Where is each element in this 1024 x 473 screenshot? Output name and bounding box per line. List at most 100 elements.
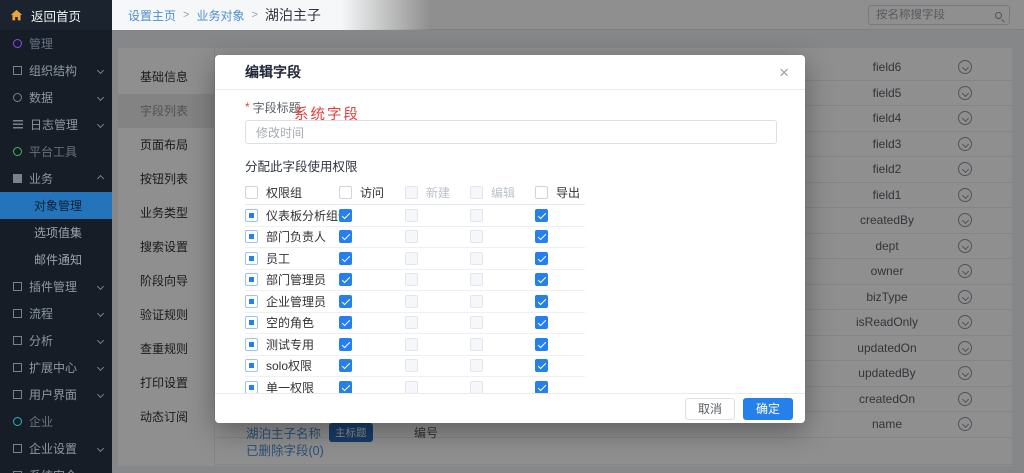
edit-field-dialog: 编辑字段 × * 字段标题 系统字段 分配此字段使用权限 权限组访问新建编辑导出… xyxy=(215,55,805,423)
checkbox-checked[interactable] xyxy=(339,295,352,308)
permission-cell xyxy=(405,273,470,286)
checkbox-checked[interactable] xyxy=(339,316,352,329)
permission-cell xyxy=(535,252,585,265)
sidebar-item[interactable]: 企业 xyxy=(0,408,112,435)
sidebar-item[interactable]: 扩展中心 xyxy=(0,354,112,381)
checkbox-indeterminate[interactable] xyxy=(245,252,258,265)
permission-cell xyxy=(535,230,585,243)
circle-purple-icon xyxy=(13,39,22,48)
sidebar-item[interactable]: 用户界面 xyxy=(0,381,112,408)
checkbox-indeterminate[interactable] xyxy=(245,230,258,243)
cube-icon xyxy=(13,174,22,183)
checkbox-checked[interactable] xyxy=(535,338,548,351)
permission-group-name: solo权限 xyxy=(266,357,312,374)
permission-group-name: 企业管理员 xyxy=(266,293,326,310)
sidebar-item[interactable]: 流程 xyxy=(0,300,112,327)
sidebar-item[interactable]: 企业设置 xyxy=(0,435,112,462)
checkbox-checked[interactable] xyxy=(535,209,548,222)
permission-cell: 企业管理员 xyxy=(245,293,339,310)
checkbox-checked[interactable] xyxy=(339,230,352,243)
sidebar-item-label: 选项值集 xyxy=(34,224,82,241)
sidebar-item-label: 企业 xyxy=(29,413,53,430)
permission-header-cell: 访问 xyxy=(339,184,405,201)
checkbox-checked[interactable] xyxy=(535,359,548,372)
checkbox-checked[interactable] xyxy=(535,295,548,308)
column-label: 导出 xyxy=(556,184,580,201)
app-root: 返回首页 管理组织结构数据日志管理平台工具业务对象管理选项值集邮件通知插件管理流… xyxy=(0,0,1024,473)
permission-cell xyxy=(339,295,405,308)
checkbox-checked[interactable] xyxy=(339,359,352,372)
permission-cell xyxy=(405,209,470,222)
permission-cell xyxy=(339,381,405,393)
checkbox-indeterminate[interactable] xyxy=(245,273,258,286)
checkbox-checked[interactable] xyxy=(339,273,352,286)
checkbox-checked[interactable] xyxy=(339,252,352,265)
checkbox-checked[interactable] xyxy=(535,273,548,286)
sidebar-item[interactable]: 邮件通知 xyxy=(0,246,112,273)
permission-row: 单一权限 xyxy=(245,377,585,393)
breadcrumb-settings-home[interactable]: 设置主页 xyxy=(128,7,176,24)
chevron-down-icon xyxy=(97,121,104,128)
sidebar-item-label: 对象管理 xyxy=(34,197,82,214)
permission-cell xyxy=(470,316,535,329)
checkbox-unchecked[interactable] xyxy=(339,186,352,199)
chevron-down-icon xyxy=(97,337,104,344)
sidebar-item[interactable]: 数据 xyxy=(0,84,112,111)
checkbox-unchecked[interactable] xyxy=(535,186,548,199)
clock-icon xyxy=(13,93,22,102)
checkbox-checked[interactable] xyxy=(535,381,548,393)
chevron-down-icon xyxy=(97,94,104,101)
sidebar-item[interactable]: 插件管理 xyxy=(0,273,112,300)
checkbox-checked[interactable] xyxy=(535,252,548,265)
sidebar-item[interactable]: 组织结构 xyxy=(0,57,112,84)
ui-icon xyxy=(13,390,22,399)
sidebar-item[interactable]: 分析 xyxy=(0,327,112,354)
back-home-button[interactable]: 返回首页 xyxy=(0,0,112,30)
sidebar-item-label: 插件管理 xyxy=(29,278,77,295)
list-icon xyxy=(13,120,23,129)
permission-group-name: 测试专用 xyxy=(266,336,314,353)
sidebar-item-label: 组织结构 xyxy=(29,62,77,79)
permission-header-cell: 新建 xyxy=(405,184,470,201)
sidebar-menu: 管理组织结构数据日志管理平台工具业务对象管理选项值集邮件通知插件管理流程分析扩展… xyxy=(0,30,112,473)
permission-cell xyxy=(535,209,585,222)
checkbox-checked[interactable] xyxy=(339,381,352,393)
checkbox-indeterminate[interactable] xyxy=(245,381,258,393)
permission-header-cell: 编辑 xyxy=(470,184,535,201)
home-icon xyxy=(10,9,23,22)
checkbox-disabled xyxy=(470,359,483,372)
checkbox-indeterminate[interactable] xyxy=(245,295,258,308)
sidebar-item[interactable]: 平台工具 xyxy=(0,138,112,165)
sidebar-item-label: 用户界面 xyxy=(29,386,77,403)
sidebar-item[interactable]: 系统安全 xyxy=(0,462,112,473)
chevron-down-icon xyxy=(97,310,104,317)
checkbox-indeterminate[interactable] xyxy=(245,316,258,329)
ok-button[interactable]: 确定 xyxy=(743,398,793,420)
dialog-footer: 取消 确定 xyxy=(215,393,805,423)
sidebar-item[interactable]: 对象管理 xyxy=(0,192,112,219)
cancel-button[interactable]: 取消 xyxy=(685,398,735,420)
sidebar-item-label: 平台工具 xyxy=(29,143,77,160)
checkbox-indeterminate[interactable] xyxy=(245,209,258,222)
sidebar-item[interactable]: 管理 xyxy=(0,30,112,57)
close-icon[interactable]: × xyxy=(779,64,789,81)
checkbox-indeterminate[interactable] xyxy=(245,359,258,372)
permission-cell xyxy=(405,230,470,243)
checkbox-checked[interactable] xyxy=(535,230,548,243)
checkbox-checked[interactable] xyxy=(339,338,352,351)
sidebar-item[interactable]: 选项值集 xyxy=(0,219,112,246)
sidebar-item[interactable]: 业务 xyxy=(0,165,112,192)
permission-cell xyxy=(405,316,470,329)
checkbox-checked[interactable] xyxy=(535,316,548,329)
breadcrumb-business-objects[interactable]: 业务对象 xyxy=(196,7,244,24)
breadcrumb-separator: > xyxy=(183,9,189,21)
permission-cell xyxy=(405,338,470,351)
checkbox-disabled xyxy=(470,316,483,329)
checkbox-indeterminate[interactable] xyxy=(245,338,258,351)
permission-cell xyxy=(535,316,585,329)
permission-cell: 空的角色 xyxy=(245,314,339,331)
sidebar-item[interactable]: 日志管理 xyxy=(0,111,112,138)
sidebar-item-label: 分析 xyxy=(29,332,53,349)
checkbox-unchecked[interactable] xyxy=(245,186,258,199)
checkbox-checked[interactable] xyxy=(339,209,352,222)
